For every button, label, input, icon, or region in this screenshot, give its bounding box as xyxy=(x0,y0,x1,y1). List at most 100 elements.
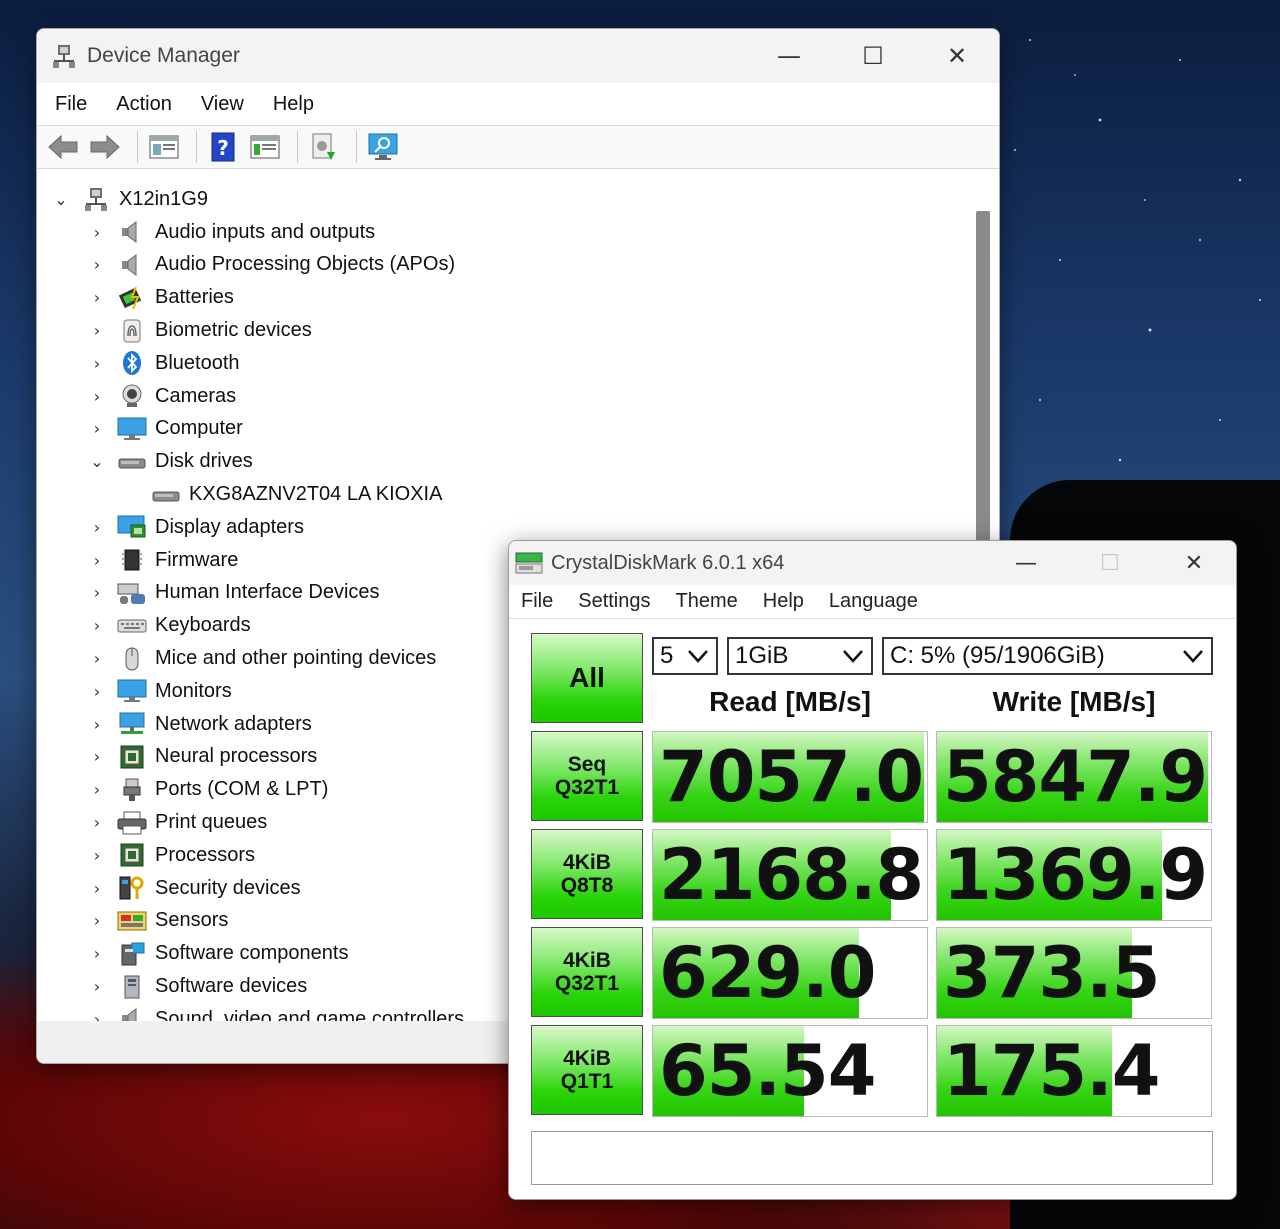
tree-category-item[interactable]: › Display adapters xyxy=(39,511,971,544)
chevron-right-icon[interactable]: › xyxy=(87,780,107,799)
forward-button[interactable] xyxy=(87,129,123,165)
chevron-right-icon[interactable]: › xyxy=(87,977,107,996)
chevron-right-icon[interactable]: › xyxy=(87,715,107,734)
chevron-down-icon[interactable]: ⌄ xyxy=(87,452,107,471)
chevron-right-icon[interactable]: › xyxy=(87,846,107,865)
tree-category-item[interactable]: › Cameras xyxy=(39,380,971,413)
read-result-cell: 2168.8 xyxy=(652,829,928,921)
minimize-button[interactable]: — xyxy=(747,29,831,83)
chevron-down-icon[interactable]: ⌄ xyxy=(51,190,71,209)
menu-language[interactable]: Language xyxy=(829,590,918,613)
software-component-icon xyxy=(117,941,147,967)
tree-category-item[interactable]: › Audio Processing Objects (APOs) xyxy=(39,249,971,282)
monitor-icon xyxy=(117,416,147,442)
chevron-right-icon[interactable]: › xyxy=(87,387,107,406)
tree-category-item[interactable]: › Computer xyxy=(39,413,971,446)
tree-item-label: Batteries xyxy=(155,286,234,309)
scrollbar-thumb[interactable] xyxy=(976,211,990,571)
show-hide-console-tree-button[interactable] xyxy=(146,129,182,165)
chevron-right-icon[interactable]: › xyxy=(87,321,107,340)
tree-item-label: KXG8AZNV2T04 LA KIOXIA xyxy=(189,483,443,506)
test-count-value: 5 xyxy=(660,642,674,669)
maximize-button[interactable]: ☐ xyxy=(831,29,915,83)
chevron-right-icon[interactable]: › xyxy=(87,583,107,602)
test-size-select[interactable]: 1GiB xyxy=(727,637,873,675)
run-test-button[interactable]: 4KiB Q8T8 xyxy=(531,829,643,919)
tree-item-label: Software components xyxy=(155,942,349,965)
chevron-right-icon[interactable]: › xyxy=(87,879,107,898)
write-result-cell: 5847.9 xyxy=(936,731,1212,823)
chevron-right-icon[interactable]: › xyxy=(87,616,107,635)
chevron-right-icon[interactable]: › xyxy=(87,813,107,832)
menu-help[interactable]: Help xyxy=(763,590,804,613)
menu-file[interactable]: File xyxy=(55,93,87,116)
tree-item-label: Biometric devices xyxy=(155,319,312,342)
sensor-icon xyxy=(117,908,147,934)
dm-window-controls: — ☐ ✕ xyxy=(747,29,999,83)
tree-category-item[interactable]: › Bluetooth xyxy=(39,347,971,380)
tree-root[interactable]: ⌄ X12in1G9 xyxy=(39,183,971,216)
port-icon xyxy=(117,777,147,803)
chevron-right-icon[interactable]: › xyxy=(87,682,107,701)
update-driver-button[interactable] xyxy=(306,129,342,165)
tree-item-label: Print queues xyxy=(155,811,268,834)
chevron-right-icon[interactable]: › xyxy=(87,944,107,963)
bluetooth-icon xyxy=(117,350,147,376)
minimize-button[interactable]: — xyxy=(984,541,1068,585)
tree-item-label: Disk drives xyxy=(155,450,253,473)
menu-view[interactable]: View xyxy=(201,93,244,116)
properties-icon xyxy=(250,135,280,159)
speaker-icon xyxy=(117,219,147,245)
chevron-right-icon[interactable]: › xyxy=(87,911,107,930)
tree-category-item[interactable]: › Biometric devices xyxy=(39,314,971,347)
chevron-right-icon[interactable]: › xyxy=(87,518,107,537)
read-result-value: 629.0 xyxy=(659,932,876,1014)
chevron-right-icon[interactable]: › xyxy=(87,288,107,307)
menu-file[interactable]: File xyxy=(521,590,553,613)
run-test-button[interactable]: 4KiB Q1T1 xyxy=(531,1025,643,1115)
tree-category-item[interactable]: ⌄ Disk drives xyxy=(39,445,971,478)
read-result-value: 2168.8 xyxy=(659,834,924,916)
chevron-right-icon[interactable]: › xyxy=(87,223,107,242)
tree-item-label: Audio Processing Objects (APOs) xyxy=(155,253,456,276)
chevron-right-icon[interactable]: › xyxy=(87,551,107,570)
menu-settings[interactable]: Settings xyxy=(578,590,650,613)
run-test-button[interactable]: Seq Q32T1 xyxy=(531,731,643,821)
chevron-right-icon[interactable]: › xyxy=(87,354,107,373)
help-button[interactable]: ? xyxy=(205,129,241,165)
network-icon xyxy=(117,711,147,737)
tree-device-item[interactable]: KXG8AZNV2T04 LA KIOXIA xyxy=(39,478,971,511)
properties-view-button[interactable] xyxy=(247,129,283,165)
scan-hardware-changes-button[interactable] xyxy=(365,129,401,165)
menu-action[interactable]: Action xyxy=(116,93,172,116)
firmware-icon xyxy=(117,547,147,573)
test-name-line2: Q32T1 xyxy=(554,776,620,799)
chevron-right-icon[interactable]: › xyxy=(87,649,107,668)
chevron-right-icon[interactable]: › xyxy=(87,419,107,438)
test-name-line1: 4KiB xyxy=(563,948,611,972)
run-test-button[interactable]: 4KiB Q32T1 xyxy=(531,927,643,1017)
run-all-button[interactable]: All xyxy=(531,633,643,723)
menu-help[interactable]: Help xyxy=(273,93,314,116)
help-icon: ? xyxy=(211,132,235,162)
chevron-right-icon[interactable]: › xyxy=(87,747,107,766)
update-driver-icon xyxy=(312,133,335,160)
tree-category-item[interactable]: › Batteries xyxy=(39,281,971,314)
drive-select[interactable]: C: 5% (95/1906GiB) xyxy=(882,637,1213,675)
comment-field[interactable] xyxy=(531,1131,1213,1185)
tree-item-label: Mice and other pointing devices xyxy=(155,647,437,670)
menu-theme[interactable]: Theme xyxy=(676,590,738,613)
speaker-icon xyxy=(117,252,147,278)
close-button[interactable]: ✕ xyxy=(1152,541,1236,585)
close-button[interactable]: ✕ xyxy=(915,29,999,83)
test-name-line1: 4KiB xyxy=(563,850,611,874)
tree-category-item[interactable]: › Audio inputs and outputs xyxy=(39,216,971,249)
write-result-value: 1369.9 xyxy=(943,834,1208,916)
dm-menubar: File Action View Help xyxy=(37,83,999,125)
test-count-select[interactable]: 5 xyxy=(652,637,718,675)
chevron-right-icon[interactable]: › xyxy=(87,255,107,274)
tree-item-label: Monitors xyxy=(155,679,232,702)
tree-item-label: Neural processors xyxy=(155,745,318,768)
back-button[interactable] xyxy=(45,129,81,165)
maximize-button: ☐ xyxy=(1100,550,1120,576)
